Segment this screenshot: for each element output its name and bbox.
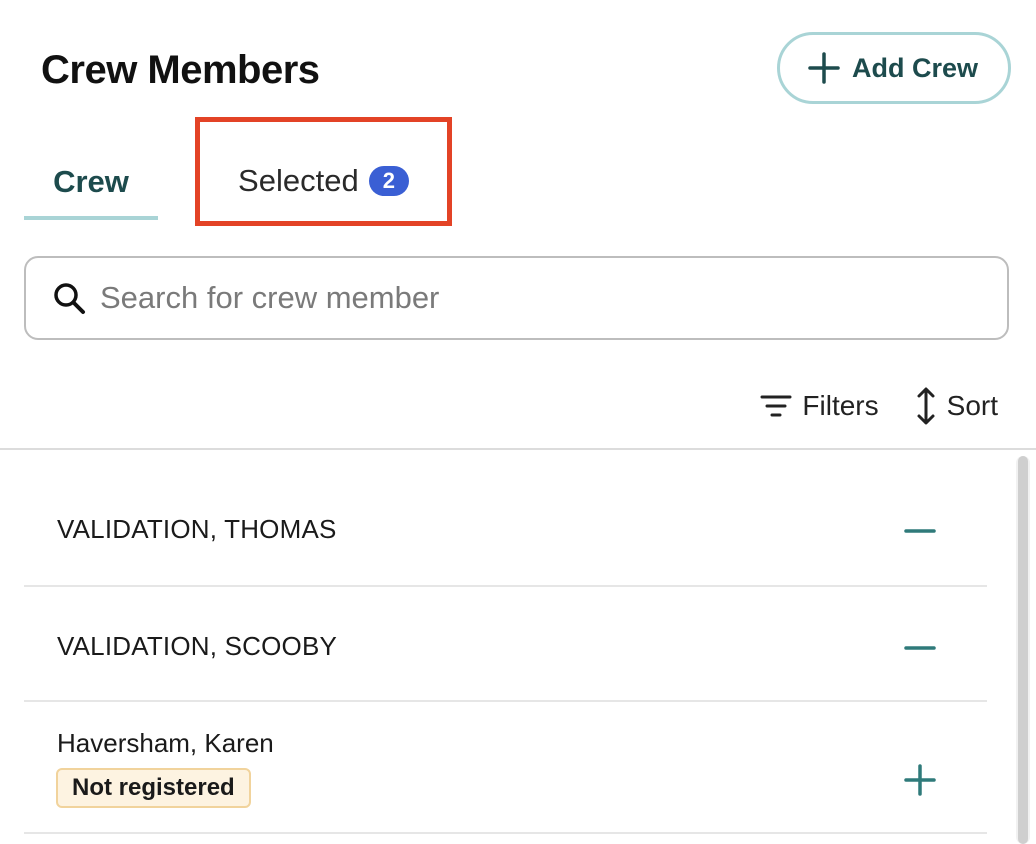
crew-list: VALIDATION, THOMAS VALIDATION, SCOOBY Ha… — [24, 470, 987, 834]
sort-label: Sort — [946, 390, 998, 421]
plus-icon — [903, 763, 937, 797]
scrollbar-thumb[interactable] — [1018, 456, 1028, 844]
list-toolbar: Filters Sort — [760, 386, 998, 426]
minus-icon — [903, 631, 937, 665]
add-crew-label: Add Crew — [851, 52, 978, 83]
status-badge: Not registered — [56, 768, 251, 808]
tab-selected-label: Selected — [238, 162, 359, 198]
tab-selected[interactable]: Selected 2 — [195, 117, 452, 226]
filters-label: Filters — [802, 390, 879, 421]
list-item: VALIDATION, SCOOBY — [24, 587, 987, 702]
crew-name: VALIDATION, SCOOBY — [57, 631, 338, 661]
list-item: VALIDATION, THOMAS — [24, 470, 987, 587]
crew-name: VALIDATION, THOMAS — [57, 514, 337, 544]
scrollbar[interactable] — [1016, 456, 1030, 844]
list-item: Haversham, Karen Not registered — [24, 702, 987, 834]
tab-crew[interactable]: Crew — [24, 160, 158, 220]
selected-count-badge: 2 — [368, 165, 409, 196]
page-title: Crew Members — [41, 48, 320, 92]
crew-name: Haversham, Karen — [57, 728, 274, 758]
filter-icon — [760, 392, 792, 420]
add-crew-button[interactable]: Add Crew — [777, 32, 1011, 104]
plus-icon — [806, 50, 842, 86]
sort-arrows-icon — [915, 386, 937, 426]
sort-button[interactable]: Sort — [915, 386, 998, 426]
search-icon — [52, 281, 86, 315]
search-input[interactable] — [98, 279, 962, 317]
tab-crew-label: Crew — [53, 164, 129, 199]
minus-icon — [903, 514, 937, 548]
remove-crew-button[interactable] — [903, 514, 937, 548]
remove-crew-button[interactable] — [903, 631, 937, 665]
filters-button[interactable]: Filters — [760, 390, 879, 422]
search-box[interactable] — [24, 256, 1009, 340]
crew-members-panel: Crew Members Add Crew Crew Selected 2 Se… — [0, 0, 1036, 844]
list-divider — [0, 448, 1036, 450]
add-crew-member-button[interactable] — [903, 763, 937, 797]
